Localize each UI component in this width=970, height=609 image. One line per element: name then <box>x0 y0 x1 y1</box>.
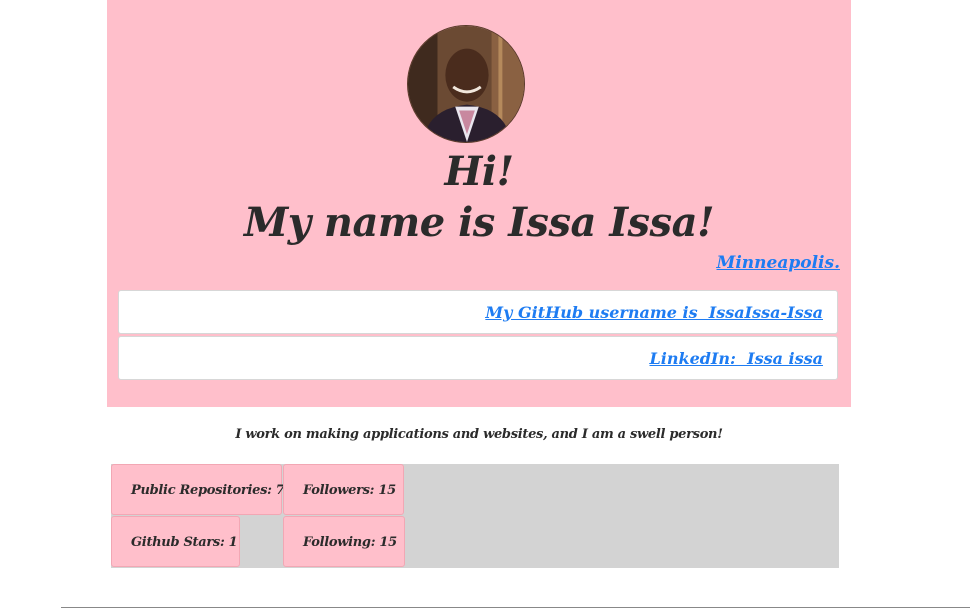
avatar <box>407 25 525 143</box>
following-stat: Following: 15 <box>283 516 405 567</box>
github-stars-stat: Github Stars: 1 <box>111 516 240 567</box>
github-link-card: My GitHub username is IssaIssa-Issa <box>118 290 838 334</box>
profile-header: Hi! My name is Issa Issa! Minneapolis. M… <box>107 0 851 407</box>
location-link[interactable]: Minneapolis. <box>717 253 840 273</box>
public-repositories-stat: Public Repositories: 7 <box>111 464 285 515</box>
profile-page: Hi! My name is Issa Issa! Minneapolis. M… <box>0 0 970 609</box>
bio-text: I work on making applications and websit… <box>235 427 723 442</box>
footer-divider <box>61 607 970 608</box>
github-username-link[interactable]: My GitHub username is IssaIssa-Issa <box>485 303 823 322</box>
stats-panel: Public Repositories: 7 Followers: 15 Git… <box>111 464 839 568</box>
followers-stat: Followers: 15 <box>283 464 404 515</box>
greeting-heading: Hi! <box>444 148 514 195</box>
avatar-photo <box>408 26 524 142</box>
linkedin-link[interactable]: LinkedIn: Issa issa <box>650 349 823 368</box>
linkedin-link-card: LinkedIn: Issa issa <box>118 336 838 380</box>
name-heading: My name is Issa Issa! <box>243 199 715 246</box>
